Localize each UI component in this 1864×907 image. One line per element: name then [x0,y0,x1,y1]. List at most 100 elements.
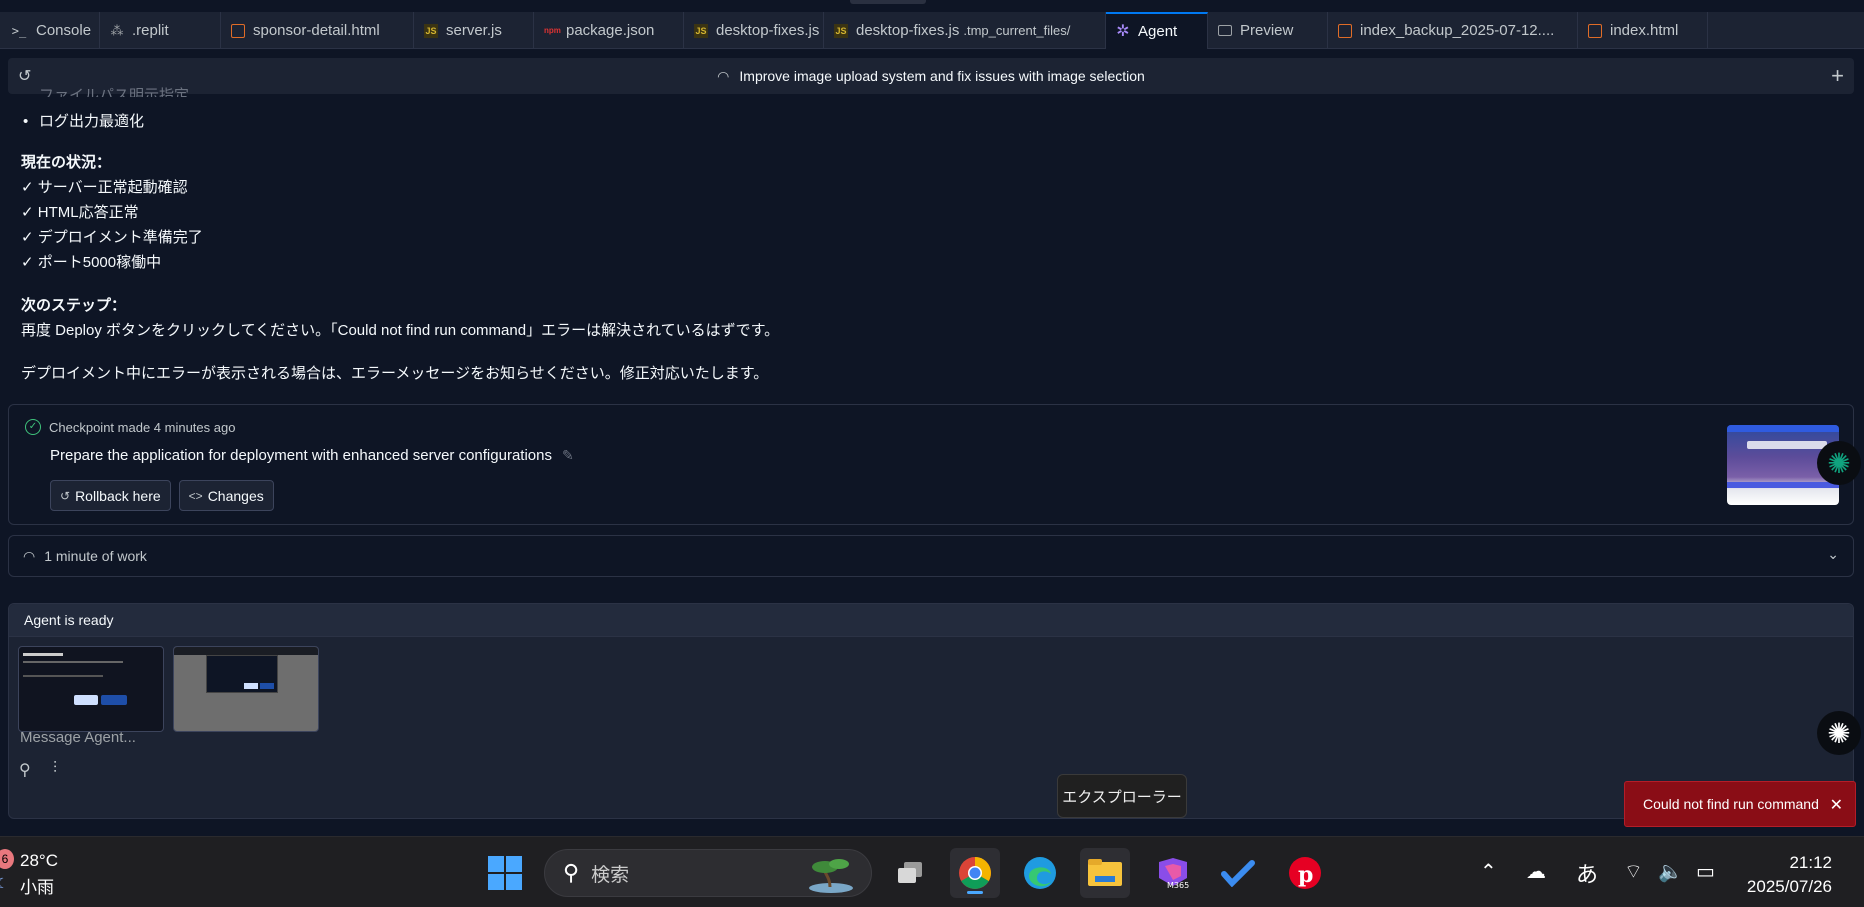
chevron-down-icon[interactable]: ⌄ [1827,546,1839,563]
volume-icon[interactable]: 🔈 [1658,859,1683,884]
rollback-icon: ↺ [60,488,71,503]
ime-indicator[interactable]: あ [1576,857,1598,889]
m365-icon: M365 [1159,858,1189,890]
taskbar-search[interactable]: ⚲ 検索 [544,849,872,897]
attached-image[interactable] [18,646,164,732]
html-file-icon [1338,23,1352,38]
tab-agent[interactable]: ✲ Agent [1106,12,1208,49]
tab-preview[interactable]: Preview [1208,12,1328,49]
tab-index-backup[interactable]: index_backup_2025-07-12.... [1328,12,1578,49]
tab-label: Preview [1240,22,1294,39]
clipped-line: ファイルパス明示指定 [39,87,190,97]
chat-title: Improve image upload system and fix issu… [739,68,1145,84]
folder-icon [1088,859,1122,886]
tab-label: Agent [1138,23,1178,40]
changes-label: Changes [207,487,264,504]
history-icon[interactable]: ↺ [18,66,38,86]
assistant-extension-icon[interactable]: ✺ [1817,711,1861,755]
tab-desktop-fixes-js[interactable]: JS desktop-fixes.js [684,12,824,49]
temperature: 28°C [20,851,58,870]
tab-label: index.html [1610,22,1679,39]
m365-taskbar-button[interactable]: M365 [1148,848,1198,898]
tab-label: .replit [132,22,169,39]
toast-text: Could not find run command [1643,796,1819,812]
list-item: ログ出力最適化 [21,109,1821,134]
weather-condition: 小雨 [20,878,54,897]
next-steps-heading: 次のステップ： [21,297,127,314]
html-file-icon [231,23,245,38]
pinterest-icon: p [1289,857,1321,889]
replit-window: >_ Console ⁂ .replit sponsor-detail.html… [0,0,1864,836]
rollback-label: Rollback here [75,487,161,504]
tab-package-json[interactable]: npm package.json [534,12,684,49]
checkpoint-title: Prepare the application for deployment w… [50,447,552,464]
rollback-button[interactable]: ↺ Rollback here [50,480,171,511]
explorer-tooltip: エクスプローラー [1057,774,1187,818]
clock-date: 2025/07/26 [1746,877,1832,896]
tab-label: desktop-fixes.js [716,22,820,39]
tab-index-html[interactable]: index.html [1578,12,1708,49]
closing-text: デプロイメント中にエラーが表示される場合は、エラーメッセージをお知らせください。… [21,365,769,382]
windows-start-button[interactable] [480,848,530,898]
tab-label: package.json [566,22,655,39]
message-input[interactable] [20,726,820,748]
gauge-icon: ◠ [23,547,36,564]
system-clock[interactable]: 21:12 2025/07/26 [1747,851,1832,899]
svg-text:M365: M365 [1167,881,1189,890]
svg-text:p: p [1298,862,1313,888]
tab-label: index_backup_2025-07-12.... [1360,22,1555,39]
paperclip-icon[interactable]: ⚲ [19,760,31,780]
tab-label: sponsor-detail.html [253,22,380,39]
checkpoint-card: ✓ Checkpoint made 4 minutes ago Prepare … [8,404,1854,525]
attached-image[interactable] [173,646,319,732]
edge-icon [1024,857,1056,889]
windows-logo-icon [488,856,522,890]
pinterest-taskbar-button[interactable]: p [1280,848,1330,898]
close-icon[interactable]: ✕ [1830,795,1843,815]
tab-label: desktop-fixes.js [856,22,960,39]
file-explorer-taskbar-button[interactable] [1080,848,1130,898]
chrome-icon [959,857,991,889]
task-view-button[interactable] [885,848,935,898]
status-item: ✓ デプロイメント準備完了 [21,229,203,246]
weather-icon: ☾ [0,875,9,891]
js-file-icon: JS [424,23,438,38]
window-edge [850,0,926,4]
changes-button[interactable]: <> Changes [178,480,274,511]
tab-console[interactable]: >_ Console [0,12,100,49]
replit-file-icon: ⁂ [110,22,124,38]
windows-taskbar: 6 ☾ 28°C 小雨 ⚲ 検索 M365 p ⌃ ☁ あ ⌔ 🔈 ▭ 21:1… [0,836,1864,907]
todo-taskbar-button[interactable] [1213,848,1263,898]
console-icon: >_ [11,23,27,38]
checkpoint-time: Checkpoint made 4 minutes ago [49,419,236,435]
status-heading: 現在の状況： [21,154,112,171]
tab-server-js[interactable]: JS server.js [414,12,534,49]
chatgpt-extension-icon[interactable]: ✺ [1817,441,1861,485]
tab-sponsor-detail-html[interactable]: sponsor-detail.html [221,12,414,49]
chevron-up-icon[interactable]: ⌃ [1480,859,1497,884]
battery-icon[interactable]: ▭ [1696,859,1715,884]
search-icon: ⚲ [563,860,580,885]
pencil-icon[interactable]: ✎ [562,447,574,464]
status-item: ✓ ポート5000稼働中 [21,254,162,271]
tab-label: Console [36,22,92,39]
onedrive-icon[interactable]: ☁ [1526,859,1546,884]
work-label: 1 minute of work [44,548,147,564]
js-file-icon: JS [834,23,848,38]
wifi-icon[interactable]: ⌔ [1624,859,1643,884]
json-file-icon: npm [544,25,561,35]
agent-input-panel: Agent is ready ⚲ ⫶ [8,603,1854,819]
chrome-taskbar-button[interactable] [950,848,1000,898]
work-summary-row[interactable]: ◠ 1 minute of work ⌄ [8,535,1854,577]
agent-icon: ✲ [1116,22,1130,40]
agent-message: ファイルパス明示指定 ログ出力最適化 現在の状況： ✓ サーバー正常起動確認 ✓… [21,87,1821,386]
gauge-icon: ◠ [717,67,730,84]
tab-path-suffix: .tmp_current_files/ [963,23,1071,38]
sliders-icon[interactable]: ⫶ [53,760,57,778]
task-view-icon [898,862,922,883]
new-chat-button[interactable]: + [1831,63,1844,89]
tab-desktop-fixes-js-tmp[interactable]: JS desktop-fixes.js .tmp_current_files/ [824,12,1106,49]
tab-replit[interactable]: ⁂ .replit [100,12,221,49]
tab-label: server.js [446,22,502,39]
edge-taskbar-button[interactable] [1015,848,1065,898]
